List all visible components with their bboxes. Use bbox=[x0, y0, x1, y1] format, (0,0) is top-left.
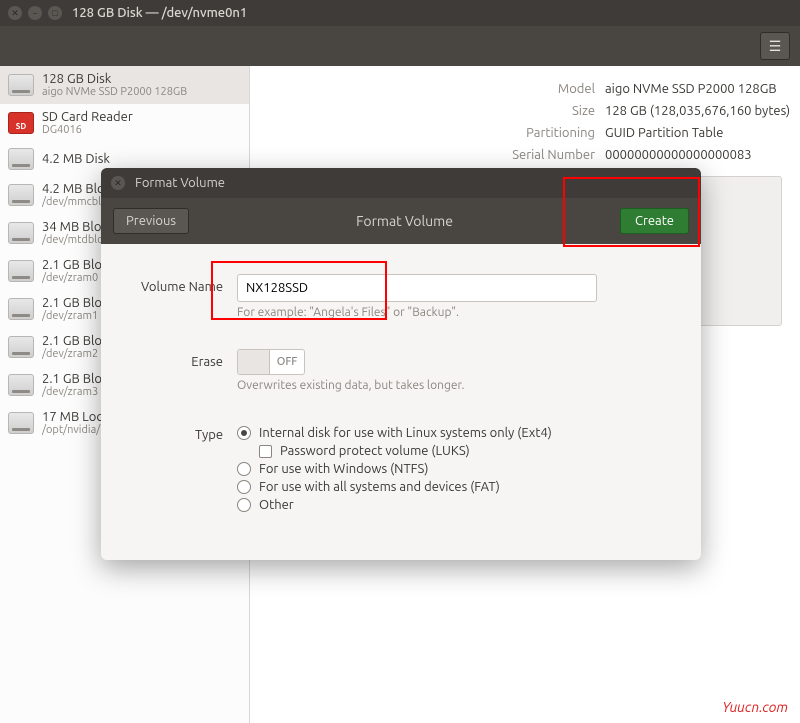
type-option-fat[interactable]: For use with all systems and devices (FA… bbox=[237, 480, 677, 494]
minimize-icon[interactable]: − bbox=[28, 6, 42, 20]
volume-name-row: Volume Name For example: "Angela's Files… bbox=[125, 274, 677, 319]
window-controls: ✕ − □ bbox=[8, 6, 62, 20]
toolbar: ☰ bbox=[0, 26, 800, 66]
window-titlebar: ✕ − □ 128 GB Disk — /dev/nvme0n1 bbox=[0, 0, 800, 26]
disk-icon bbox=[8, 374, 34, 396]
detail-row: Size 128 GB (128,035,676,160 bytes) bbox=[250, 100, 800, 122]
radio-icon bbox=[237, 498, 251, 512]
disk-icon bbox=[8, 222, 34, 244]
field-control: For example: "Angela's Files" or "Backup… bbox=[237, 274, 677, 319]
detail-row: Model aigo NVMe SSD P2000 128GB bbox=[250, 78, 800, 100]
type-option-luks[interactable]: Password protect volume (LUKS) bbox=[259, 444, 677, 458]
device-text: 128 GB Disk aigo NVMe SSD P2000 128GB bbox=[42, 72, 187, 98]
type-row: Type Internal disk for use with Linux sy… bbox=[125, 422, 677, 516]
device-text: SD Card Reader DG4016 bbox=[42, 110, 133, 136]
field-control: OFF Overwrites existing data, but takes … bbox=[237, 349, 677, 392]
dialog-header: Previous Format Volume Create bbox=[101, 198, 701, 244]
radio-icon bbox=[237, 480, 251, 494]
erase-toggle[interactable]: OFF bbox=[237, 349, 305, 375]
disk-icon bbox=[8, 336, 34, 358]
disk-icon bbox=[8, 148, 34, 170]
type-option-other[interactable]: Other bbox=[237, 498, 677, 512]
type-option-ntfs[interactable]: For use with Windows (NTFS) bbox=[237, 462, 677, 476]
menu-button[interactable]: ☰ bbox=[760, 32, 790, 60]
device-sub: DG4016 bbox=[42, 124, 133, 136]
disk-icon bbox=[8, 412, 34, 434]
window-title: 128 GB Disk — /dev/nvme0n1 bbox=[72, 6, 247, 20]
close-icon[interactable]: ✕ bbox=[111, 176, 125, 190]
disk-icon bbox=[8, 74, 34, 96]
volume-name-input[interactable] bbox=[237, 274, 597, 302]
device-item[interactable]: 128 GB Disk aigo NVMe SSD P2000 128GB bbox=[0, 66, 249, 104]
close-icon[interactable]: ✕ bbox=[8, 6, 22, 20]
hamburger-icon: ☰ bbox=[769, 38, 782, 55]
checkbox-label: Password protect volume (LUKS) bbox=[280, 444, 470, 458]
field-control: Internal disk for use with Linux systems… bbox=[237, 422, 677, 516]
detail-value: aigo NVMe SSD P2000 128GB bbox=[605, 82, 777, 96]
type-label: Type bbox=[125, 422, 237, 442]
disk-icon bbox=[8, 184, 34, 206]
device-sub: aigo NVMe SSD P2000 128GB bbox=[42, 86, 187, 98]
dialog-title: Format Volume bbox=[135, 176, 225, 190]
erase-hint: Overwrites existing data, but takes long… bbox=[237, 379, 677, 392]
watermark: Yuucn.com bbox=[722, 699, 788, 715]
volume-name-label: Volume Name bbox=[125, 274, 237, 294]
detail-label: Size bbox=[250, 104, 605, 118]
device-title: 4.2 MB Disk bbox=[42, 152, 110, 166]
dialog-titlebar: ✕ Format Volume bbox=[101, 168, 701, 198]
device-title: 128 GB Disk bbox=[42, 72, 187, 86]
maximize-icon[interactable]: □ bbox=[48, 6, 62, 20]
device-item[interactable]: SD Card Reader DG4016 bbox=[0, 104, 249, 142]
format-volume-dialog: ✕ Format Volume Previous Format Volume C… bbox=[101, 168, 701, 560]
checkbox-icon bbox=[259, 445, 272, 458]
radio-label: Other bbox=[259, 498, 294, 512]
sd-card-icon bbox=[8, 112, 34, 134]
disk-icon bbox=[8, 260, 34, 282]
radio-icon bbox=[237, 426, 251, 440]
detail-label: Serial Number bbox=[250, 148, 605, 162]
detail-row: Serial Number 00000000000000000083 bbox=[250, 144, 800, 166]
radio-label: For use with all systems and devices (FA… bbox=[259, 480, 500, 494]
toggle-state: OFF bbox=[270, 356, 304, 368]
erase-label: Erase bbox=[125, 349, 237, 369]
detail-label: Model bbox=[250, 82, 605, 96]
radio-label: For use with Windows (NTFS) bbox=[259, 462, 428, 476]
previous-button[interactable]: Previous bbox=[113, 208, 189, 234]
dialog-header-title: Format Volume bbox=[356, 213, 453, 229]
disk-icon bbox=[8, 298, 34, 320]
device-text: 4.2 MB Disk bbox=[42, 152, 110, 166]
detail-label: Partitioning bbox=[250, 126, 605, 140]
detail-row: Partitioning GUID Partition Table bbox=[250, 122, 800, 144]
device-title: SD Card Reader bbox=[42, 110, 133, 124]
radio-icon bbox=[237, 462, 251, 476]
detail-value: 00000000000000000083 bbox=[605, 148, 752, 162]
volume-name-hint: For example: "Angela's Files" or "Backup… bbox=[237, 306, 677, 319]
toggle-knob bbox=[238, 350, 270, 374]
dialog-body: Volume Name For example: "Angela's Files… bbox=[101, 244, 701, 560]
detail-value: GUID Partition Table bbox=[605, 126, 723, 140]
detail-value: 128 GB (128,035,676,160 bytes) bbox=[605, 104, 790, 118]
type-option-ext4[interactable]: Internal disk for use with Linux systems… bbox=[237, 426, 677, 440]
erase-row: Erase OFF Overwrites existing data, but … bbox=[125, 349, 677, 392]
radio-label: Internal disk for use with Linux systems… bbox=[259, 426, 552, 440]
create-button[interactable]: Create bbox=[620, 208, 689, 234]
